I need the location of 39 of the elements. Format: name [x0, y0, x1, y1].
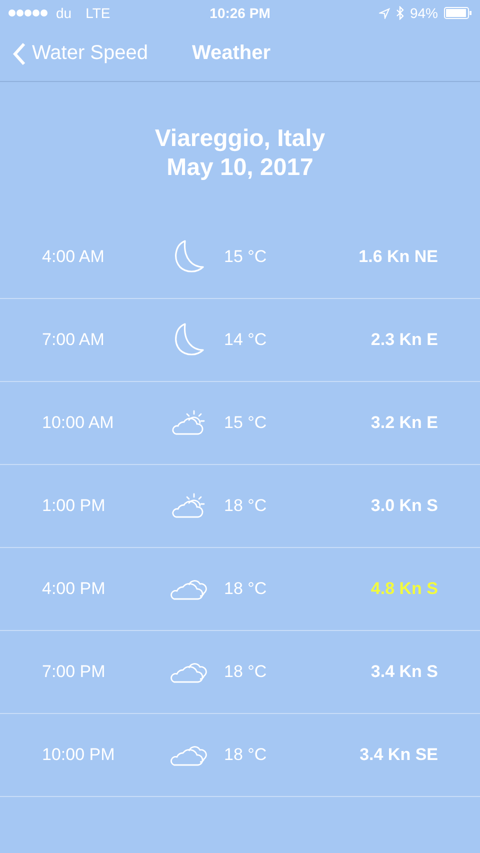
temperature-label: 18 °C — [224, 579, 268, 599]
time-label: 1:00 PM — [42, 496, 106, 516]
wind-label: 3.4 Kn S — [370, 662, 438, 682]
temperature-label: 18 °C — [224, 496, 268, 516]
wind-label: 3.0 Kn S — [370, 496, 438, 516]
wind-label: 3.2 Kn E — [370, 413, 438, 433]
temperature-label: 18 °C — [224, 745, 268, 765]
screen-title: Weather — [192, 42, 271, 65]
partly-sunny-icon — [170, 410, 206, 436]
carrier-label: du — [56, 5, 72, 21]
network-label: LTE — [86, 5, 110, 21]
cloud-icon — [169, 578, 207, 600]
battery-icon — [444, 7, 472, 19]
location-title: Viareggio, Italy — [154, 124, 326, 153]
status-time: 10:26 PM — [208, 5, 272, 21]
battery-percentage: 94% — [410, 5, 438, 21]
temperature-label: 18 °C — [224, 662, 268, 682]
wind-label: 2.3 Kn E — [370, 330, 438, 350]
bluetooth-icon — [396, 6, 404, 20]
date-title: May 10, 2017 — [166, 153, 314, 182]
partly-sunny-icon — [170, 493, 206, 519]
time-label: 4:00 AM — [42, 247, 106, 267]
wind-label: 4.8 Kn S — [370, 579, 438, 599]
wind-label: 1.6 Kn NE — [358, 247, 438, 267]
location-arrow-icon — [378, 8, 390, 18]
chevron-left-icon — [12, 42, 26, 66]
time-label: 4:00 PM — [42, 579, 106, 599]
temperature-label: 14 °C — [224, 330, 268, 350]
signal-icon — [8, 9, 50, 17]
temperature-label: 15 °C — [224, 247, 268, 267]
cloud-icon — [169, 661, 207, 683]
temperature-label: 15 °C — [224, 413, 268, 433]
cloud-icon — [169, 744, 207, 766]
time-label: 10:00 PM — [42, 745, 116, 765]
back-button[interactable]: Water Speed — [0, 40, 154, 66]
wind-label: 3.4 Kn SE — [360, 745, 438, 765]
time-label: 7:00 PM — [42, 662, 106, 682]
time-label: 10:00 AM — [42, 413, 115, 433]
time-label: 7:00 AM — [42, 330, 106, 350]
